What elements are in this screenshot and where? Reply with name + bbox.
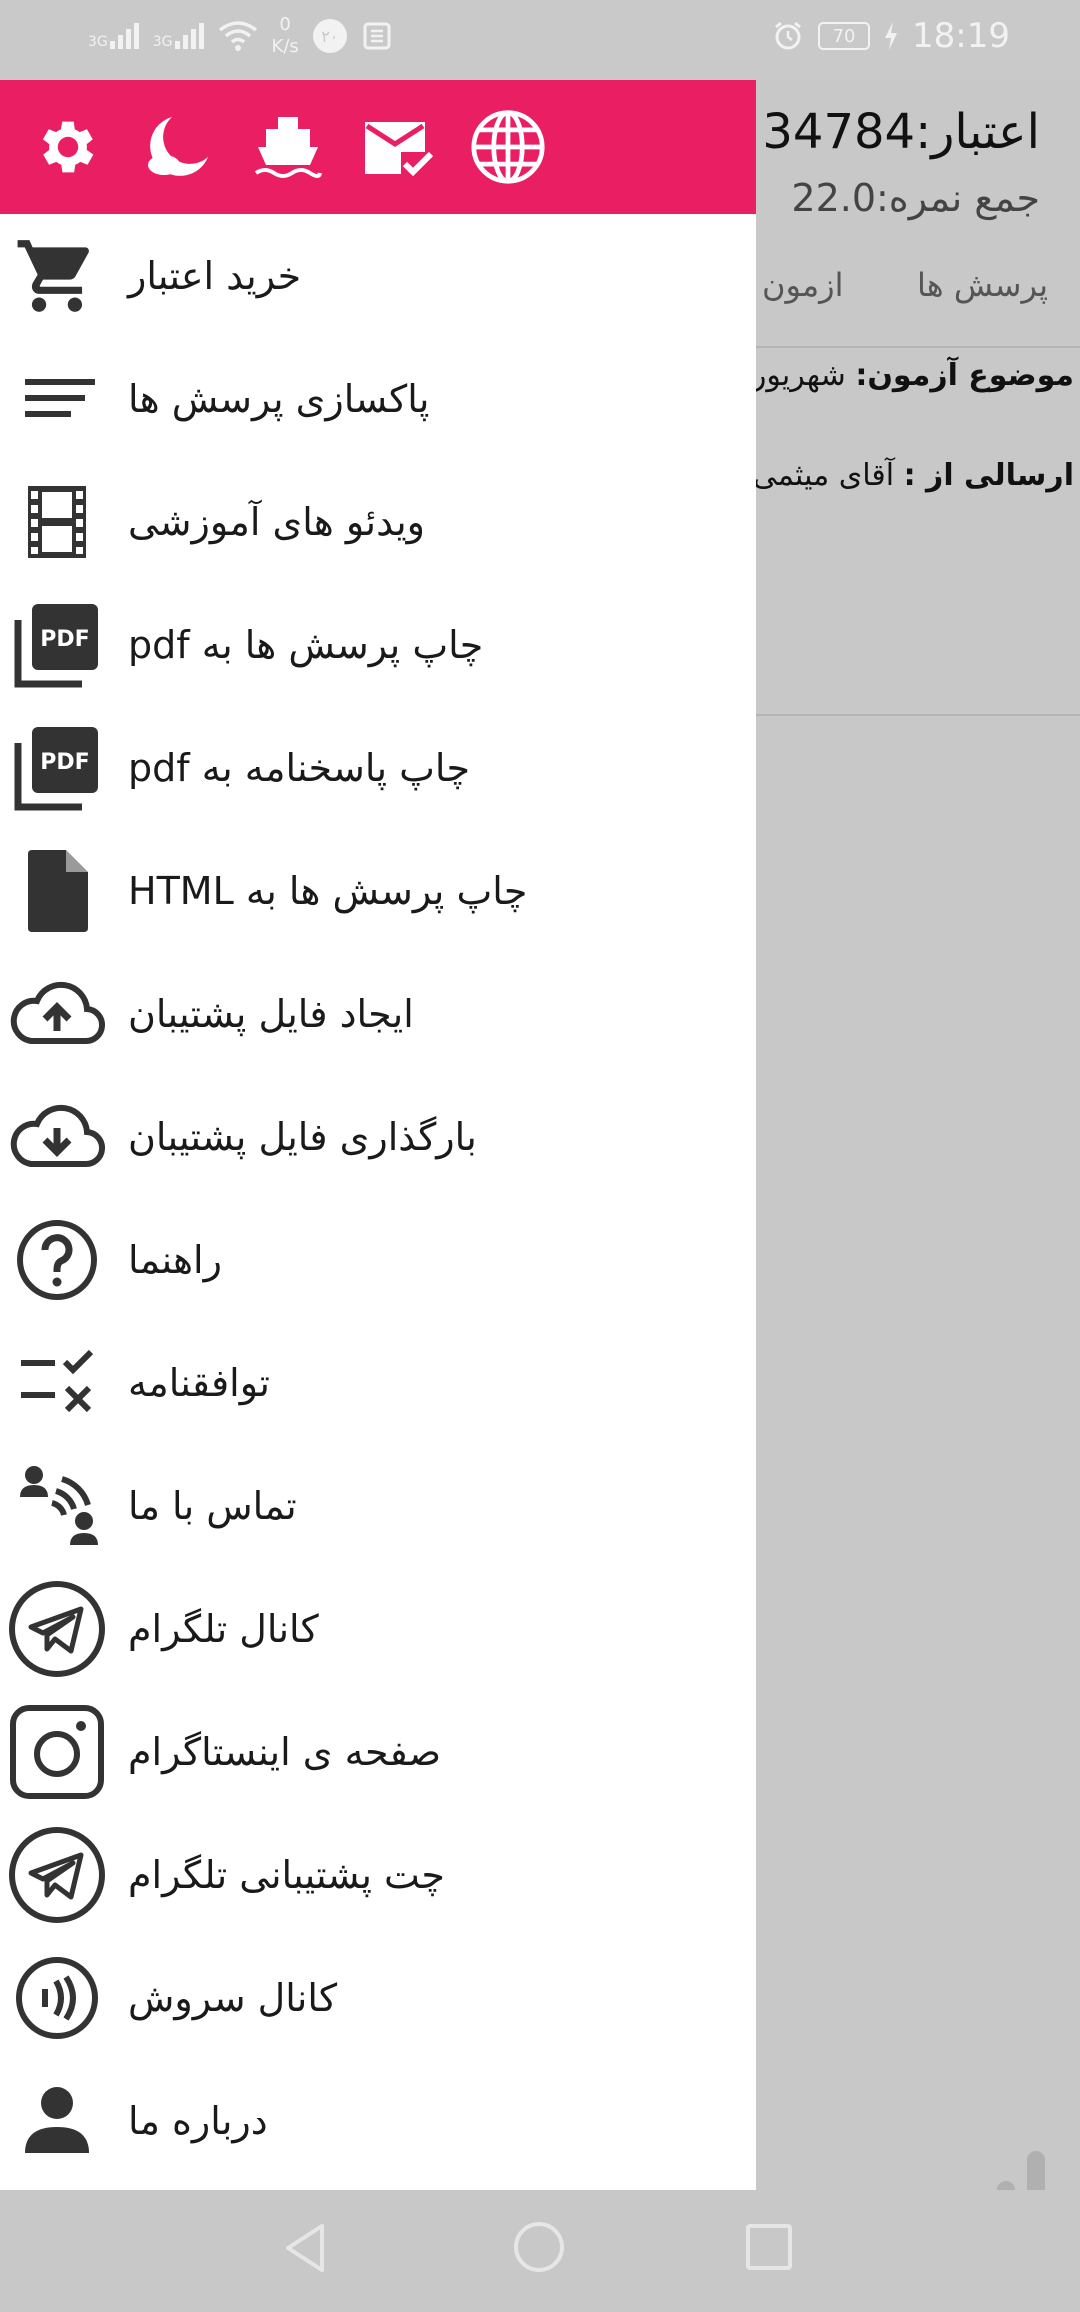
network-speed: 0 K/s <box>272 14 299 58</box>
instagram-icon <box>4 1702 110 1802</box>
clear-list-icon <box>4 349 110 449</box>
home-icon[interactable] <box>514 2222 564 2272</box>
clock: 18:19 <box>912 16 1010 56</box>
signal-2: 3G <box>153 23 204 49</box>
soroush-icon <box>4 1948 110 2048</box>
drawer-menu: خرید اعتبار پاکسازی پرسش ها ویدئو های آم… <box>0 214 756 2182</box>
tab-questions[interactable]: پرسش ها <box>917 266 1048 304</box>
menu-item-label: چت پشتیبانی تلگرام <box>128 1852 445 1897</box>
score-text: جمع نمره:22.0 <box>791 176 1040 220</box>
menu-item-label: بارگذاری فایل پشتیبان <box>128 1114 477 1159</box>
film-icon <box>4 472 110 572</box>
tab-exam[interactable]: ازمون <box>762 266 844 304</box>
network-type-1: 3G <box>88 34 108 50</box>
charging-icon <box>885 22 898 50</box>
help-icon <box>4 1210 110 1310</box>
mail-check-icon[interactable] <box>360 109 436 185</box>
globe-icon[interactable] <box>470 109 546 185</box>
cart-icon <box>4 226 110 326</box>
menu-item-label: چاپ پرسش ها به pdf <box>128 622 484 667</box>
wifi-icon <box>218 21 257 51</box>
menu-item-label: توافقنامه <box>128 1360 270 1405</box>
menu-item-label: صفحه ی اینستاگرام <box>128 1729 441 1774</box>
menu-item-contact-us[interactable]: تماس با ما <box>0 1444 756 1567</box>
signal-icon <box>174 23 204 49</box>
drawer-header <box>0 80 756 214</box>
sender-value: آقای میثمی <box>752 458 895 493</box>
exam-topic-label: موضوع آزمون: <box>855 358 1074 393</box>
settings-icon[interactable] <box>30 109 106 185</box>
menu-item-label: چاپ پرسش ها به HTML <box>128 868 528 913</box>
person-icon <box>4 2071 110 2171</box>
menu-item-print-questions-pdf[interactable]: PDF چاپ پرسش ها به pdf <box>0 583 756 706</box>
exam-topic-value: شهریور <box>751 358 846 393</box>
rules-icon <box>4 1333 110 1433</box>
exam-topic-row[interactable]: موضوع آزمون: شهریور <box>752 358 1074 393</box>
telegram-icon <box>4 1579 110 1679</box>
menu-item-telegram-support-chat[interactable]: چت پشتیبانی تلگرام <box>0 1813 756 1936</box>
sender-row[interactable]: ارسالی از : آقای میثمی <box>753 458 1074 493</box>
status-left: 3G 3G 0 K/s ۲۰ <box>88 14 393 58</box>
menu-item-label: پاکسازی پرسش ها <box>128 376 430 421</box>
menu-item-print-answers-pdf[interactable]: PDF چاپ پاسخنامه به pdf <box>0 706 756 829</box>
navigation-drawer: خرید اعتبار پاکسازی پرسش ها ویدئو های آم… <box>0 80 756 2190</box>
recents-icon[interactable] <box>746 2224 792 2270</box>
menu-item-soroush-channel[interactable]: کانال سروش <box>0 1936 756 2059</box>
background-screen: اعتبار:34784 جمع نمره:22.0 پرسش ها ازمون… <box>752 80 1080 2268</box>
pdf-icon: PDF <box>4 718 110 818</box>
battery-icon: 70 <box>818 22 871 50</box>
status-bar: 3G 3G 0 K/s ۲۰ 70 18:19 <box>0 0 1080 80</box>
menu-item-label: راهنما <box>128 1237 222 1282</box>
navigation-bar <box>0 2190 1080 2312</box>
news-icon <box>363 22 391 50</box>
speed-unit: K/s <box>271 36 299 57</box>
cloud-download-icon <box>4 1087 110 1187</box>
file-icon <box>4 841 110 941</box>
menu-item-telegram-channel[interactable]: کانال تلگرام <box>0 1567 756 1690</box>
contact-icon <box>4 1456 110 1556</box>
menu-item-label: درباره ما <box>128 2098 268 2143</box>
cloud-upload-icon <box>4 964 110 1064</box>
badge-text: ۲۰ <box>321 26 339 46</box>
menu-item-load-backup[interactable]: بارگذاری فایل پشتیبان <box>0 1075 756 1198</box>
svg-text:PDF: PDF <box>40 627 89 652</box>
menu-item-buy-credit[interactable]: خرید اعتبار <box>0 214 756 337</box>
ship-icon[interactable] <box>250 109 326 185</box>
divider <box>756 346 1080 348</box>
speed-value: 0 <box>279 14 291 35</box>
svg-text:PDF: PDF <box>40 750 89 775</box>
menu-item-label: کانال تلگرام <box>128 1606 319 1651</box>
signal-icon <box>109 23 139 49</box>
notification-badge: ۲۰ <box>312 19 347 53</box>
menu-item-help[interactable]: راهنما <box>0 1198 756 1321</box>
signal-1: 3G <box>88 23 139 49</box>
alarm-icon <box>775 21 801 50</box>
status-right: 70 18:19 <box>772 16 1010 56</box>
menu-item-label: ویدئو های آموزشی <box>128 499 426 544</box>
menu-item-clear-questions[interactable]: پاکسازی پرسش ها <box>0 337 756 460</box>
night-mode-icon[interactable] <box>140 109 216 185</box>
menu-item-label: کانال سروش <box>128 1975 338 2020</box>
menu-item-print-questions-html[interactable]: چاپ پرسش ها به HTML <box>0 829 756 952</box>
menu-item-label: خرید اعتبار <box>128 253 302 298</box>
network-type-2: 3G <box>152 34 173 50</box>
divider <box>756 714 1080 716</box>
menu-item-agreement[interactable]: توافقنامه <box>0 1321 756 1444</box>
menu-item-label: تماس با ما <box>128 1483 297 1528</box>
menu-item-training-videos[interactable]: ویدئو های آموزشی <box>0 460 756 583</box>
pdf-icon: PDF <box>4 595 110 695</box>
credit-text: اعتبار:34784 <box>762 104 1040 160</box>
menu-item-create-backup[interactable]: ایجاد فایل پشتیبان <box>0 952 756 1075</box>
menu-item-label: ایجاد فایل پشتیبان <box>128 991 414 1036</box>
sender-label: ارسالی از : <box>903 458 1074 493</box>
menu-item-about-us[interactable]: درباره ما <box>0 2059 756 2182</box>
telegram-icon <box>4 1825 110 1925</box>
menu-item-instagram-page[interactable]: صفحه ی اینستاگرام <box>0 1690 756 1813</box>
battery-level: 70 <box>832 25 856 47</box>
menu-item-label: چاپ پاسخنامه به pdf <box>128 745 470 790</box>
back-icon[interactable] <box>282 2222 328 2274</box>
